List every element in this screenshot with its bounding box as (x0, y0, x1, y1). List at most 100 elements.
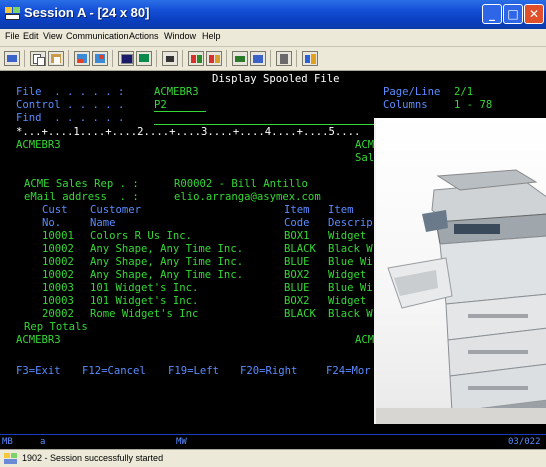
menu-edit[interactable]: Edit (23, 31, 39, 41)
header-name: Name (90, 217, 116, 229)
emulator-window: Session A - [24 x 80] _ □ ✕ File Edit Vi… (0, 0, 546, 467)
macro-icon[interactable] (206, 51, 222, 66)
file-label: File . . . . . : (16, 86, 125, 98)
receive-file-icon[interactable] (92, 51, 108, 66)
oia-mode: MW (176, 437, 187, 447)
row-customer-name: 101 Widget's Inc. (90, 282, 199, 294)
toolbar-separator (24, 50, 25, 67)
row-item-desc: Blue Wi (328, 256, 373, 268)
columns-value: 1 - 78 (454, 99, 493, 111)
row-cust-no: 10002 (42, 269, 74, 281)
report-name: ACMEBR3 (16, 139, 61, 151)
send-file-icon[interactable] (74, 51, 90, 66)
row-item-desc: Black W (328, 308, 373, 320)
toolbar-separator (296, 50, 297, 67)
find-input[interactable] (154, 124, 374, 125)
session-status-icon (4, 453, 18, 464)
row-cust-no: 20002 (42, 308, 74, 320)
oia-indicator: MB (2, 437, 13, 447)
row-cust-no: 10003 (42, 295, 74, 307)
fkey-exit[interactable]: F3=Exit (16, 365, 61, 377)
header-descrip: Descrip (328, 217, 373, 229)
row-customer-name: 101 Widget's Inc. (90, 295, 199, 307)
row-cust-no: 10003 (42, 282, 74, 294)
help-icon[interactable] (250, 51, 266, 66)
page-line-label: Page/Line (383, 86, 441, 98)
menu-actions[interactable]: Actions (129, 31, 159, 41)
minimize-button[interactable]: _ (482, 4, 502, 24)
fkey-right[interactable]: F20=Right (240, 365, 297, 377)
record-icon[interactable] (162, 51, 178, 66)
header-cust: Cust (42, 204, 68, 216)
sales-rep-label: ACME Sales Rep . : (24, 178, 139, 190)
title-bar[interactable]: Session A - [24 x 80] _ □ ✕ (0, 0, 546, 29)
page-line-value: 2/1 (454, 86, 474, 98)
oia-cursor-position: 03/022 (508, 437, 541, 447)
menu-view[interactable]: View (43, 31, 62, 41)
maximize-button[interactable]: □ (503, 4, 523, 24)
row-cust-no: 10002 (42, 243, 74, 255)
window-title: Session A - [24 x 80] (24, 5, 150, 20)
sales-rep-value: R00002 - Bill Antillo (174, 178, 308, 190)
copy-icon[interactable] (30, 51, 46, 66)
close-button[interactable]: ✕ (524, 4, 544, 24)
row-customer-name: Any Shape, Any Time Inc. (90, 243, 244, 255)
status-message: 1902 - Session successfully started (22, 453, 164, 463)
header-code: Code (284, 217, 310, 229)
row-customer-name: Rome Widget's Inc (90, 308, 199, 320)
row-item-code: BOX2 (284, 295, 310, 307)
footer-report-right: ACM (355, 334, 375, 346)
report-name-right: ACM (355, 139, 375, 151)
header-item-desc: Item (328, 204, 354, 216)
row-customer-name: Colors R Us Inc. (90, 230, 193, 242)
keypad-icon[interactable] (302, 51, 318, 66)
row-cust-no: 10002 (42, 256, 74, 268)
find-label: Find . . . . . . (16, 112, 125, 124)
row-item-code: BLUE (284, 256, 310, 268)
fkey-cancel[interactable]: F12=Cancel (82, 365, 146, 377)
session-app-icon[interactable] (5, 7, 21, 21)
row-item-desc: Widget (328, 295, 367, 307)
row-item-desc: Widget (328, 269, 367, 281)
row-customer-name: Any Shape, Any Time Inc. (90, 256, 244, 268)
header-customer: Customer (90, 204, 142, 216)
toolbar-separator (182, 50, 183, 67)
print-screen-icon[interactable] (4, 51, 20, 66)
toolbar-separator (226, 50, 227, 67)
row-item-code: BOX1 (284, 230, 310, 242)
row-item-code: BLUE (284, 282, 310, 294)
control-input[interactable]: P2 (154, 99, 167, 111)
oia-session: a (40, 437, 46, 447)
menu-communication[interactable]: Communication (66, 31, 129, 41)
photocopier-image (376, 169, 546, 424)
control-label: Control . . . . . (16, 99, 125, 111)
color-icon[interactable] (136, 51, 152, 66)
screen-title: Display Spooled File (212, 73, 340, 85)
toolbar-separator (156, 50, 157, 67)
row-item-desc: Widget (328, 230, 367, 242)
play-icon[interactable] (188, 51, 204, 66)
menu-help[interactable]: Help (202, 31, 221, 41)
status-bar: 1902 - Session successfully started (0, 449, 546, 467)
paste-icon[interactable] (48, 51, 64, 66)
header-no: No. (42, 217, 62, 229)
email-value: elio.arranga@asymex.com (174, 191, 321, 203)
toolbar-separator (112, 50, 113, 67)
menu-file[interactable]: File (5, 31, 20, 41)
menu-window[interactable]: Window (164, 31, 196, 41)
header-item: Item (284, 204, 310, 216)
rep-totals: Rep Totals (24, 321, 88, 333)
column-ruler: *...+....1....+....2....+....3....+....4… (16, 126, 361, 138)
copier-photo (374, 118, 546, 424)
start-macro-icon[interactable] (232, 51, 248, 66)
fkey-more[interactable]: F24=Mor (326, 365, 371, 377)
sessions-icon[interactable] (276, 51, 292, 66)
row-item-code: BLACK (284, 308, 316, 320)
toolbar (0, 46, 546, 71)
row-item-code: BLACK (284, 243, 316, 255)
display-icon[interactable] (118, 51, 134, 66)
fkey-left[interactable]: F19=Left (168, 365, 219, 377)
row-item-code: BOX2 (284, 269, 310, 281)
footer-report-name: ACMEBR3 (16, 334, 61, 346)
operator-info-area: MB a MW 03/022 (0, 434, 546, 449)
